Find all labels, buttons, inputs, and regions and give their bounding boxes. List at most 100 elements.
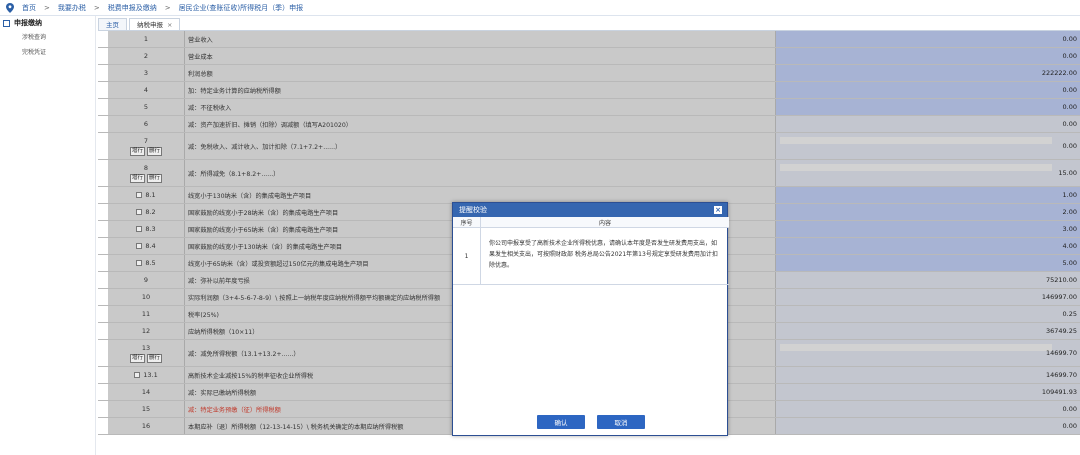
row-value-field[interactable]: 14699.70 <box>776 340 1080 366</box>
row-value-field[interactable]: 2.00 <box>776 204 1080 220</box>
row-number: 14 <box>141 388 151 396</box>
row-number-cell: 13.1 <box>108 367 185 383</box>
dialog-table: 序号 内容 1 你公司申报享受了高新技术企业所得税优惠，请确认本年度是否发生研发… <box>453 217 729 285</box>
tab-tax-filing[interactable]: 纳税申报 × <box>129 18 181 30</box>
sidebar: 申报缴纳 涉税查询 完税凭证 <box>0 16 96 455</box>
row-number: 8 <box>143 163 149 172</box>
row-number-cell: 11 <box>108 306 185 322</box>
row-checkbox[interactable] <box>136 243 143 249</box>
row-value: 0.00 <box>1062 405 1077 413</box>
sidebar-header[interactable]: 申报缴纳 <box>0 16 95 30</box>
row-number: 4 <box>143 86 149 94</box>
row-item-name: 减：资产加速折旧、摊销（扣除）调减额（填写A201020） <box>186 116 776 132</box>
row-value-field[interactable]: 0.00 <box>776 82 1080 98</box>
row-number: 3 <box>143 69 149 77</box>
row-value-field[interactable]: 75210.00 <box>776 272 1080 288</box>
sidebar-item-certificate[interactable]: 完税凭证 <box>0 45 95 60</box>
row-value-field[interactable]: 222222.00 <box>776 65 1080 81</box>
value-input-box[interactable] <box>780 137 1052 144</box>
close-icon[interactable]: × <box>167 21 172 29</box>
row-number-cell: 6 <box>108 116 185 132</box>
table-row: 2 营业成本 0.00 <box>98 48 1080 65</box>
sidebar-item-query[interactable]: 涉税查询 <box>0 30 95 45</box>
delete-row-button[interactable]: 删行 <box>147 173 163 183</box>
dialog-row-text: 你公司申报享受了高新技术企业所得税优惠，请确认本年度是否发生研发费用支出，如果发… <box>489 240 718 269</box>
row-value: 14699.70 <box>1045 349 1077 357</box>
delete-row-button[interactable]: 删行 <box>147 146 163 156</box>
row-value: 0.00 <box>1062 35 1077 43</box>
confirm-button[interactable]: 确认 <box>537 415 585 429</box>
row-value-field[interactable]: 0.00 <box>776 133 1080 159</box>
row-value: 1.00 <box>1062 191 1077 199</box>
row-number-cell: 16 <box>108 418 185 434</box>
add-row-button[interactable]: 增行 <box>129 173 145 183</box>
row-value-field[interactable]: 0.00 <box>776 401 1080 417</box>
value-input-box[interactable] <box>780 344 1052 351</box>
row-checkbox[interactable] <box>136 226 143 232</box>
row-value-field[interactable]: 36749.25 <box>776 323 1080 339</box>
breadcrumb-current[interactable]: 居民企业(查账征收)所得税月（季）申报 <box>179 3 303 13</box>
row-value: 0.25 <box>1062 310 1077 318</box>
breadcrumb-filing[interactable]: 税费申报及缴纳 <box>108 3 157 13</box>
row-value-field[interactable]: 5.00 <box>776 255 1080 271</box>
dialog-title: 提醒校验 <box>459 206 487 214</box>
row-value: 146997.00 <box>1041 293 1077 301</box>
cancel-button[interactable]: 取消 <box>597 415 645 429</box>
row-number: 13.1 <box>143 371 158 379</box>
row-number-cell: 8.4 <box>108 238 185 254</box>
row-button-group: 增行 删行 <box>129 353 163 363</box>
row-value-field[interactable]: 0.00 <box>776 31 1080 47</box>
row-checkbox[interactable] <box>136 192 143 198</box>
close-icon[interactable]: × <box>714 206 722 214</box>
row-number: 7 <box>143 136 149 145</box>
row-value-field[interactable]: 3.00 <box>776 221 1080 237</box>
row-value-field[interactable]: 0.25 <box>776 306 1080 322</box>
row-number: 8.2 <box>145 208 156 216</box>
dialog-table-header: 序号 内容 <box>453 217 729 228</box>
breadcrumb-tax[interactable]: 我要办税 <box>58 3 86 13</box>
row-number: 11 <box>141 310 151 318</box>
row-value-field[interactable]: 15.00 <box>776 160 1080 186</box>
row-value-field[interactable]: 109491.93 <box>776 384 1080 400</box>
row-item-name: 营业收入 <box>186 31 776 47</box>
tab-home[interactable]: 主页 <box>98 18 127 30</box>
column-header-no: 序号 <box>453 217 481 227</box>
table-row: 6 减：资产加速折旧、摊销（扣除）调减额（填写A201020） 0.00 <box>98 116 1080 133</box>
row-number-cell: 8.5 <box>108 255 185 271</box>
row-value-field[interactable]: 0.00 <box>776 99 1080 115</box>
row-checkbox[interactable] <box>134 372 141 378</box>
row-number: 5 <box>143 103 149 111</box>
add-row-button[interactable]: 增行 <box>129 146 145 156</box>
row-number-cell: 13 增行 删行 <box>108 340 185 366</box>
row-checkbox[interactable] <box>136 260 143 266</box>
dialog-buttons: 确认 取消 <box>453 415 729 429</box>
row-value-field[interactable]: 14699.70 <box>776 367 1080 383</box>
dialog-row-no: 1 <box>453 228 481 284</box>
row-number-cell: 8.3 <box>108 221 185 237</box>
add-row-button[interactable]: 增行 <box>129 353 145 363</box>
row-value-field[interactable]: 0.00 <box>776 418 1080 434</box>
value-input-box[interactable] <box>780 164 1052 171</box>
table-row: 8 增行 删行 减：所得减免（8.1+8.2+......） 15.00 <box>98 160 1080 187</box>
breadcrumb-home[interactable]: 首页 <box>22 3 36 13</box>
row-value: 0.00 <box>1062 52 1077 60</box>
row-number-cell: 9 <box>108 272 185 288</box>
row-value-field[interactable]: 0.00 <box>776 116 1080 132</box>
row-number-cell: 7 增行 删行 <box>108 133 185 159</box>
row-number: 16 <box>141 422 151 430</box>
row-value-field[interactable]: 4.00 <box>776 238 1080 254</box>
row-item-name: 线宽小于130纳米（含）的集成电路生产项目 <box>186 187 776 203</box>
row-number-cell: 5 <box>108 99 185 115</box>
delete-row-button[interactable]: 删行 <box>147 353 163 363</box>
row-value-field[interactable]: 146997.00 <box>776 289 1080 305</box>
row-number: 12 <box>141 327 151 335</box>
row-number-cell: 8.2 <box>108 204 185 220</box>
row-checkbox-wrap: 13.1 <box>134 371 158 379</box>
row-value-field[interactable]: 1.00 <box>776 187 1080 203</box>
row-number-cell: 3 <box>108 65 185 81</box>
row-checkbox[interactable] <box>136 209 143 215</box>
row-value: 36749.25 <box>1045 327 1077 335</box>
row-value-field[interactable]: 0.00 <box>776 48 1080 64</box>
row-value: 5.00 <box>1062 259 1077 267</box>
row-value: 2.00 <box>1062 208 1077 216</box>
